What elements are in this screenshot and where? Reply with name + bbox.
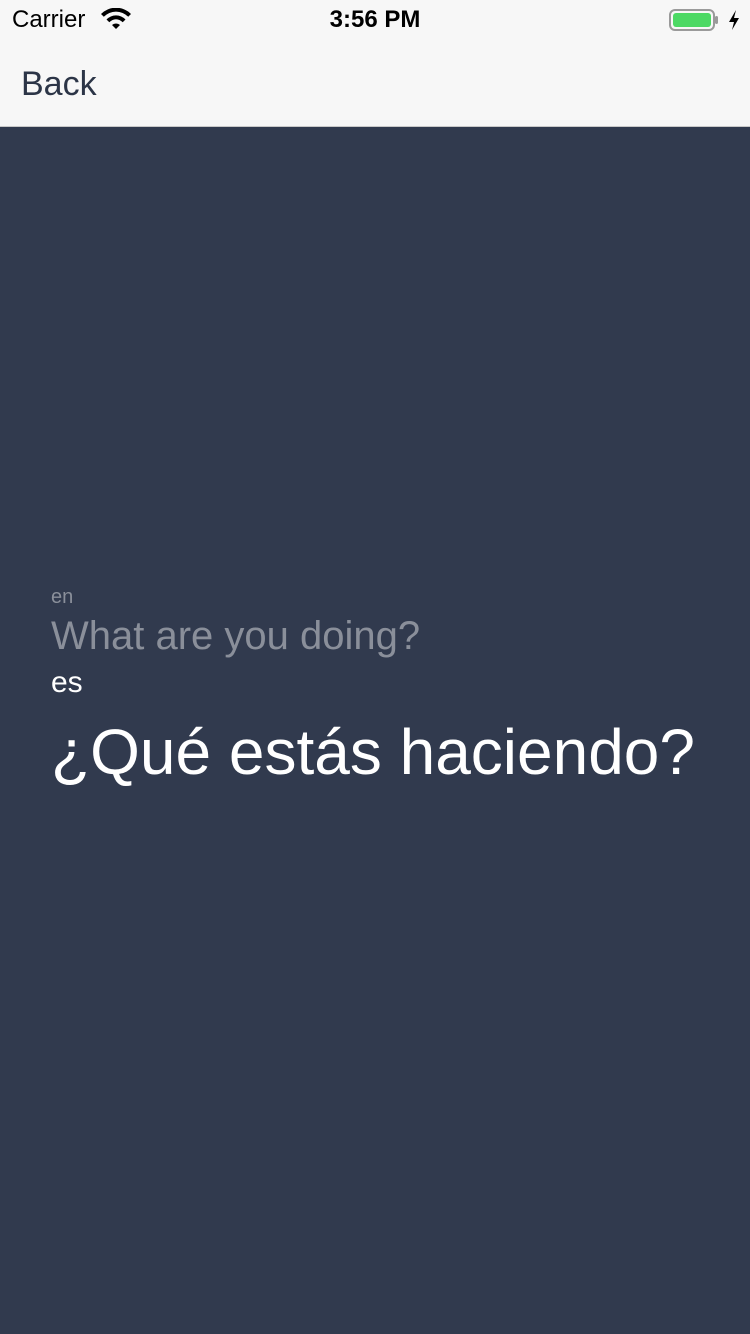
target-language-label: es bbox=[51, 666, 83, 699]
status-time: 3:56 PM bbox=[329, 6, 421, 33]
source-text: What are you doing? bbox=[51, 614, 421, 658]
target-text: ¿Qué estás haciendo? bbox=[51, 716, 695, 788]
source-language-label: en bbox=[51, 586, 74, 608]
back-button[interactable]: Back bbox=[21, 64, 97, 104]
translation-card: en What are you doing? es ¿Qué estás hac… bbox=[51, 585, 711, 793]
charging-bolt-icon bbox=[729, 10, 739, 30]
translation-screen: Carrier 3:56 PM Back en What are you doi… bbox=[0, 0, 750, 1334]
navigation-bar: Carrier 3:56 PM Back bbox=[0, 0, 750, 127]
status-bar: Carrier 3:56 PM bbox=[0, 0, 750, 40]
battery-icon bbox=[669, 9, 718, 31]
